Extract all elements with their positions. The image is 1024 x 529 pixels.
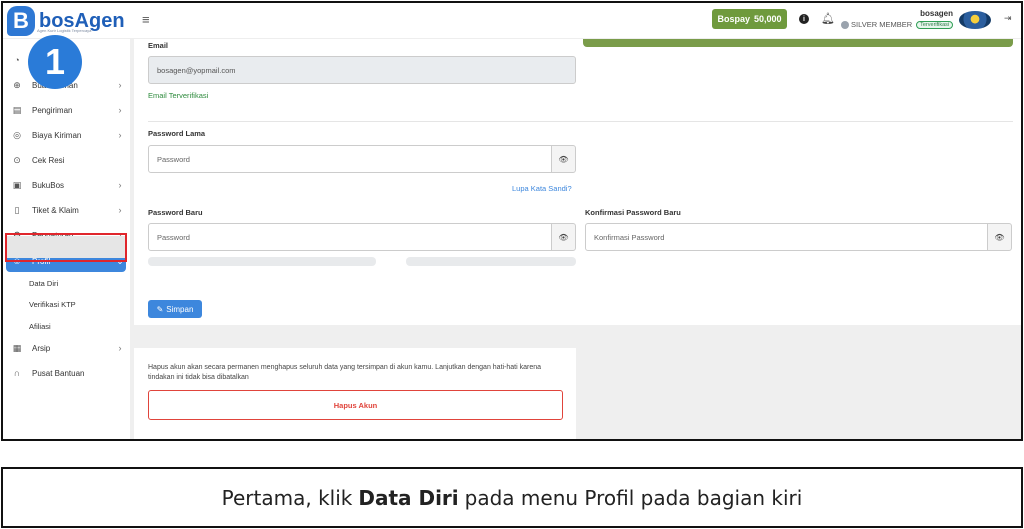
new-password-input[interactable]: Password xyxy=(148,223,552,251)
document-icon: ▤ xyxy=(12,104,22,115)
divider xyxy=(148,121,1013,122)
chevron-right-icon: › xyxy=(118,105,122,115)
sidebar-subitem-verifikasi-ktp[interactable]: Verifikasi KTP xyxy=(29,300,76,309)
delete-warning-text: Hapus akun akan secara permanen menghapu… xyxy=(148,364,542,381)
avatar[interactable] xyxy=(959,11,991,29)
sidebar-item-label: Arsip xyxy=(32,343,51,353)
sidebar-item-bukubos[interactable]: ▣ BukuBos › xyxy=(6,174,126,196)
member-status: SILVER MEMBER Terverifikasi xyxy=(841,20,954,29)
tutorial-caption: Pertama, klik Data Diri pada menu Profil… xyxy=(1,467,1023,528)
sidebar-item-pusat-bantuan[interactable]: ∩ Pusat Bantuan xyxy=(6,362,126,384)
menu-icon[interactable]: ≡ xyxy=(142,12,150,27)
sidebar-item-label: Tiket & Klaim xyxy=(32,205,79,215)
caption-prefix: Pertama, klik xyxy=(221,485,353,510)
chevron-right-icon: › xyxy=(118,343,122,353)
confirm-password-label: Konfirmasi Password Baru xyxy=(585,208,681,217)
sidebar-subitem-afiliasi[interactable]: Afiliasi xyxy=(29,322,51,331)
show-password-icon[interactable]: 👁︎ xyxy=(987,223,1012,251)
pencil-icon: ✎ xyxy=(156,304,164,314)
email-field: bosagen@yopmail.com xyxy=(148,56,576,84)
logout-icon[interactable]: ⇥ xyxy=(1004,13,1012,24)
show-password-icon[interactable]: 👁︎ xyxy=(551,145,576,173)
chevron-right-icon: › xyxy=(118,130,122,140)
email-label: Email xyxy=(148,41,169,50)
logo-icon: B xyxy=(7,6,35,36)
sidebar-item-biaya-kiriman[interactable]: ◎ Biaya Kiriman › xyxy=(6,124,126,146)
sidebar-item-label: Biaya Kiriman xyxy=(32,130,82,140)
green-banner xyxy=(583,39,1013,47)
dashboard-icon: ◔ xyxy=(14,55,20,65)
member-badge-icon xyxy=(841,20,849,29)
app-window: B bosAgen Agen Kurir Logistik Terpercaya… xyxy=(1,1,1023,441)
book-icon: ▣ xyxy=(12,179,22,190)
sidebar-item-arsip[interactable]: ▦ Arsip › xyxy=(6,337,126,359)
plus-circle-icon: ⊕ xyxy=(13,79,21,90)
sidebar-item-cek-resi[interactable]: ⊙ Cek Resi xyxy=(6,149,126,171)
logo-tagline: Agen Kurir Logistik Terpercaya xyxy=(37,28,92,33)
forgot-password-link[interactable]: Lupa Kata Sandi? xyxy=(512,184,572,193)
save-button[interactable]: ✎ Simpan xyxy=(148,300,202,318)
sidebar-item-label: Pengiriman xyxy=(32,105,73,115)
chevron-right-icon: › xyxy=(118,205,122,215)
search-icon: ⊙ xyxy=(13,154,21,165)
sidebar-subitem-data-diri[interactable]: Data Diri xyxy=(29,279,58,288)
headset-icon: ∩ xyxy=(13,368,21,378)
bospay-label: Bospay xyxy=(717,14,750,24)
bospay-button[interactable]: Bospay 50,000 xyxy=(712,9,787,29)
sidebar-item-tiket-klaim[interactable]: ▯ Tiket & Klaim › xyxy=(6,199,126,221)
ticket-icon: ▯ xyxy=(14,204,20,215)
highlight-box xyxy=(5,233,127,262)
sidebar-item-pengiriman[interactable]: ▤ Pengiriman › xyxy=(6,99,126,121)
username: bosagen xyxy=(920,9,953,18)
delete-account-button[interactable]: Hapus Akun xyxy=(148,390,563,420)
archive-icon: ▦ xyxy=(12,342,22,353)
sidebar-item-label: Pusat Bantuan xyxy=(32,368,85,378)
old-password-label: Password Lama xyxy=(148,129,206,138)
bospay-value: 50,000 xyxy=(753,14,782,24)
new-password-label: Password Baru xyxy=(148,208,203,217)
member-level: SILVER MEMBER xyxy=(851,20,913,29)
caption-suffix: pada menu Profil pada bagian kiri xyxy=(464,485,803,510)
save-label: Simpan xyxy=(166,304,194,314)
password-strength-bar xyxy=(406,257,576,266)
old-password-input[interactable]: Password xyxy=(148,145,552,173)
verified-badge: Terverifikasi xyxy=(916,20,954,29)
top-bar: B bosAgen Agen Kurir Logistik Terpercaya… xyxy=(3,3,1021,39)
sidebar-item-label: BukuBos xyxy=(32,180,65,190)
step-number-badge: 1 xyxy=(28,35,82,89)
show-password-icon[interactable]: 👁︎ xyxy=(551,223,576,251)
caption-bold: Data Diri xyxy=(358,485,459,510)
chevron-right-icon: › xyxy=(118,180,122,190)
info-icon[interactable]: i xyxy=(799,14,809,24)
password-strength-bar xyxy=(148,257,376,266)
confirm-password-input[interactable]: Konfirmasi Password xyxy=(585,223,988,251)
bell-icon[interactable]: 🔔︎ xyxy=(821,12,835,25)
location-icon: ◎ xyxy=(13,129,21,140)
sidebar-item-label: Cek Resi xyxy=(32,155,65,165)
chevron-right-icon: › xyxy=(118,80,122,90)
email-verified-text: Email Terverifikasi xyxy=(148,91,209,100)
